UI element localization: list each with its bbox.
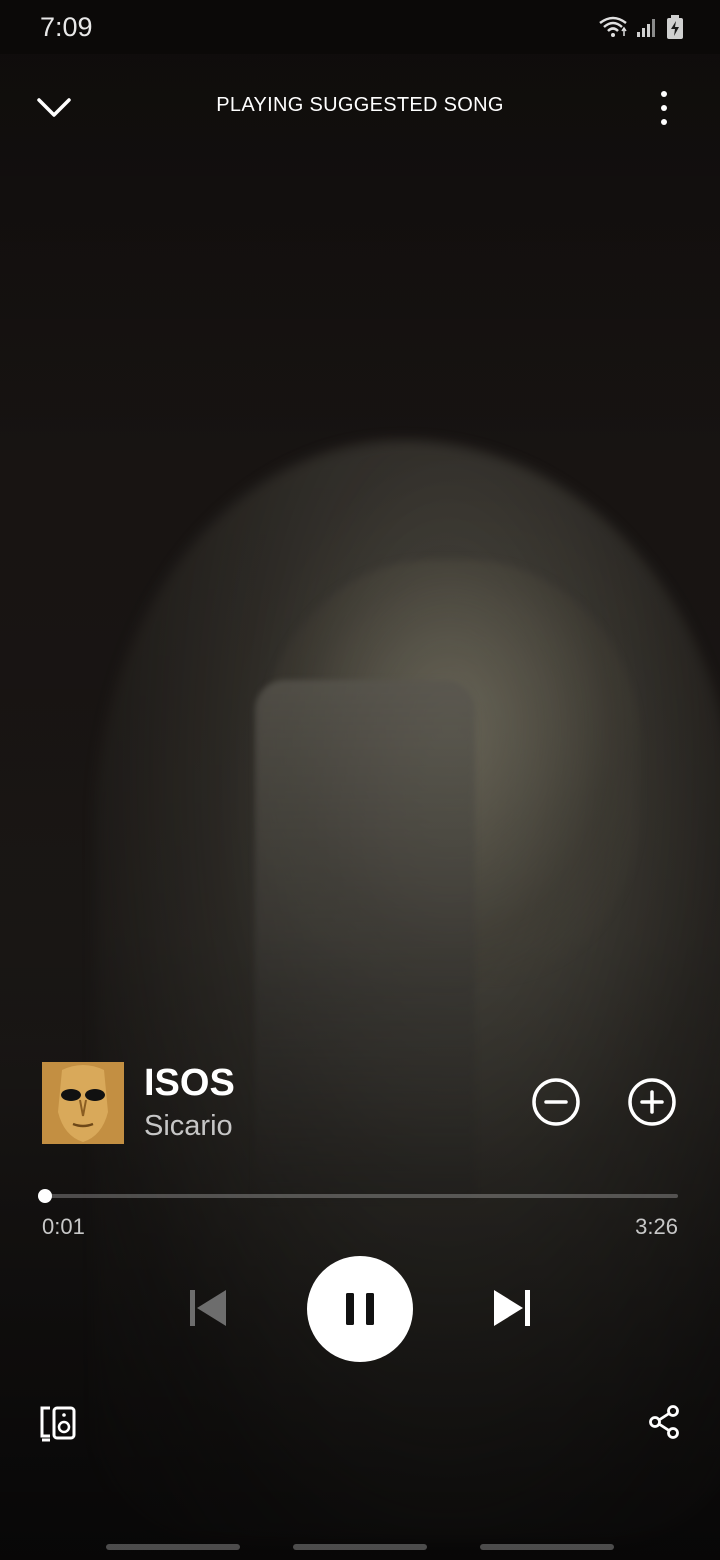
plus-circle-icon <box>628 1078 676 1126</box>
elapsed-time: 0:01 <box>42 1214 85 1239</box>
track-info: ISOS Sicario <box>42 1062 682 1146</box>
album-cover-art <box>42 1062 124 1144</box>
seek-bar[interactable] <box>38 1188 678 1206</box>
wifi-icon <box>599 16 627 37</box>
minus-circle-icon <box>532 1078 580 1126</box>
next-button[interactable] <box>488 1284 536 1332</box>
add-song-button[interactable] <box>626 1076 678 1128</box>
chevron-down-icon <box>37 98 71 117</box>
seek-bar-track <box>42 1194 678 1198</box>
more-vertical-icon <box>661 91 667 125</box>
total-time: 3:26 <box>635 1214 678 1239</box>
nav-back[interactable] <box>480 1544 614 1550</box>
share-icon <box>649 1405 679 1439</box>
album-cover[interactable] <box>42 1062 124 1144</box>
previous-button[interactable] <box>184 1284 232 1332</box>
devices-icon <box>40 1406 76 1442</box>
track-title: ISOS <box>144 1062 235 1104</box>
now-playing-screen: 7:09 PLAYING SUGGESTED SONG ISOS Sicario… <box>0 0 720 1560</box>
battery-charging-icon <box>667 15 683 39</box>
collapse-button[interactable] <box>30 88 78 128</box>
player-header: PLAYING SUGGESTED SONG <box>0 72 720 144</box>
skip-next-icon <box>494 1290 530 1326</box>
system-nav-bar <box>0 1536 720 1560</box>
status-time: 7:09 <box>40 12 93 42</box>
signal-icon <box>637 19 655 37</box>
more-options-button[interactable] <box>644 88 684 128</box>
nav-recent-apps[interactable] <box>106 1544 240 1550</box>
header-title: PLAYING SUGGESTED SONG <box>216 94 504 116</box>
seek-bar-handle[interactable] <box>38 1189 52 1203</box>
status-bar: 7:09 <box>0 0 720 54</box>
pause-icon <box>346 1293 374 1325</box>
pause-button[interactable] <box>307 1256 413 1362</box>
hide-song-button[interactable] <box>530 1076 582 1128</box>
status-icons <box>598 14 684 40</box>
track-artist[interactable]: Sicario <box>144 1110 233 1143</box>
skip-previous-icon <box>190 1290 226 1326</box>
nav-home[interactable] <box>293 1544 427 1550</box>
connect-device-button[interactable] <box>38 1402 80 1444</box>
share-button[interactable] <box>648 1404 680 1440</box>
